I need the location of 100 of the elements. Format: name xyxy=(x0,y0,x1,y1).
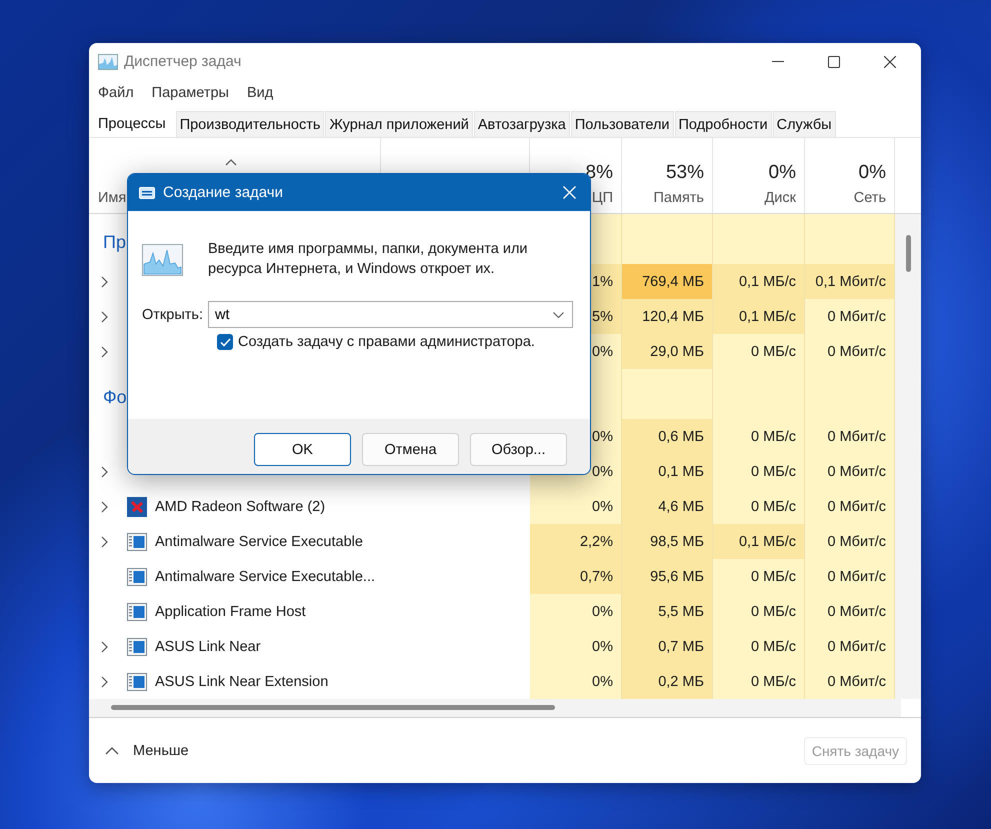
usage-cell: 0% xyxy=(530,629,622,664)
tab[interactable]: Службы xyxy=(772,111,836,137)
dialog-message: Введите имя программы, папки, документа или ресурса Интернета, и Windows откроет их. xyxy=(208,240,529,279)
process-name: Antimalware Service Executable xyxy=(155,534,363,550)
column-header[interactable]: Сеть xyxy=(854,190,886,206)
checkbox[interactable] xyxy=(217,334,233,350)
app-window-icon xyxy=(127,602,147,620)
chart-icon xyxy=(142,244,183,276)
checkmark-icon xyxy=(220,338,230,346)
usage-cell: 0 Мбит/с xyxy=(805,664,895,699)
usage-cell: 0 Мбит/с xyxy=(805,419,895,454)
usage-cell: 0 Мбит/с xyxy=(805,454,895,489)
group-heading: Фо xyxy=(103,387,127,408)
usage-cell: 0 Мбит/с xyxy=(805,334,895,369)
dropdown-caret-icon[interactable] xyxy=(553,312,564,318)
usage-cell: 0 МБ/с xyxy=(713,629,805,664)
usage-cell: 0 Мбит/с xyxy=(805,299,895,334)
usage-cell: 0,7% xyxy=(530,559,622,594)
open-combo-box[interactable]: wt xyxy=(208,301,573,328)
horizontal-scrollbar[interactable] xyxy=(89,699,901,717)
chart-icon xyxy=(98,54,118,70)
usage-cell: 0% xyxy=(530,489,622,524)
expand-chevron-icon[interactable] xyxy=(101,466,108,478)
usage-cell: 0 Мбит/с xyxy=(805,559,895,594)
expand-chevron-icon[interactable] xyxy=(101,500,108,512)
menu-item[interactable]: Файл xyxy=(98,84,134,100)
menu-item[interactable]: Вид xyxy=(246,84,274,100)
dialog-button[interactable]: Обзор... xyxy=(470,433,567,466)
usage-cell: 0 МБ/с xyxy=(713,454,805,489)
close-icon[interactable] xyxy=(884,56,896,68)
process-name: ASUS Link Near Extension xyxy=(155,674,328,690)
expand-chevron-icon[interactable] xyxy=(101,640,108,652)
maximize-icon[interactable] xyxy=(828,56,840,68)
tab[interactable]: Подробности xyxy=(674,111,772,137)
usage-cell: 29,0 МБ xyxy=(622,334,713,369)
expand-chevron-icon[interactable] xyxy=(101,276,108,288)
usage-cell: 95,6 МБ xyxy=(622,559,713,594)
app-window-icon xyxy=(127,568,147,586)
usage-cell: 5,5 МБ xyxy=(622,594,713,629)
usage-cell: 0,6 МБ xyxy=(622,419,713,454)
usage-cell: 0 Мбит/с xyxy=(805,489,895,524)
column-usage: 0% xyxy=(858,162,886,184)
usage-cell: 0,1 МБ/с xyxy=(713,299,805,334)
vertical-scrollbar[interactable] xyxy=(895,214,921,699)
sort-caret-icon xyxy=(225,159,237,166)
window-icon xyxy=(139,186,155,198)
usage-cell: 0 МБ/с xyxy=(713,664,805,699)
column-header[interactable]: Память xyxy=(653,190,704,206)
usage-cell: 0,2 МБ xyxy=(622,664,713,699)
expand-chevron-icon[interactable] xyxy=(101,536,108,548)
usage-cell: 120,4 МБ xyxy=(622,299,713,334)
window-title: Диспетчер задач xyxy=(124,53,242,70)
usage-cell: 0,7 МБ xyxy=(622,629,713,664)
app-window-icon xyxy=(127,638,147,656)
usage-cell: 2,2% xyxy=(530,524,622,559)
usage-cell: 769,4 МБ xyxy=(622,264,713,299)
column-header[interactable]: Диск xyxy=(764,190,796,206)
process-name: Application Frame Host xyxy=(155,604,306,620)
tab[interactable]: Производительность xyxy=(176,111,324,137)
usage-cell: 0,1 Мбит/с xyxy=(805,264,895,299)
tab[interactable]: Пользователи xyxy=(570,111,674,137)
usage-cell: 0 МБ/с xyxy=(713,559,805,594)
process-name: AMD Radeon Software (2) xyxy=(155,498,326,514)
tab[interactable]: Автозагрузка xyxy=(474,111,570,137)
column-header[interactable]: ЦП xyxy=(592,190,613,206)
fewer-details-button[interactable]: Меньше xyxy=(103,742,189,758)
usage-cell: 0 МБ/с xyxy=(713,419,805,454)
menu-item[interactable]: Параметры xyxy=(152,84,229,100)
dialog-button[interactable]: Отмена xyxy=(362,433,459,466)
app-window-icon xyxy=(127,672,147,690)
chevron-up-icon xyxy=(105,746,119,754)
usage-cell: 0,1 МБ/с xyxy=(713,524,805,559)
tab[interactable]: Журнал приложений xyxy=(325,111,473,137)
expand-chevron-icon[interactable] xyxy=(101,676,108,688)
column-usage: 53% xyxy=(666,162,704,184)
open-label: Открыть: xyxy=(142,306,204,322)
dialog-button[interactable]: OK xyxy=(254,433,351,466)
usage-cell: 0 Мбит/с xyxy=(805,629,895,664)
usage-cell: 0,1 МБ/с xyxy=(713,264,805,299)
usage-cell: 4,6 МБ xyxy=(622,489,713,524)
group-heading: Пр xyxy=(103,232,126,253)
column-usage: 0% xyxy=(768,162,796,184)
expand-chevron-icon[interactable] xyxy=(101,346,108,358)
usage-cell: 0% xyxy=(530,594,622,629)
usage-cell: 0 МБ/с xyxy=(713,334,805,369)
usage-cell: 98,5 МБ xyxy=(622,524,713,559)
dialog-title: Создание задачи xyxy=(163,184,283,201)
process-name: Antimalware Service Executable... xyxy=(155,568,376,584)
column-header[interactable]: Имя xyxy=(98,190,126,206)
usage-cell: 0 МБ/с xyxy=(713,594,805,629)
usage-cell: 0 Мбит/с xyxy=(805,524,895,559)
app-window-icon xyxy=(127,532,147,550)
expand-chevron-icon[interactable] xyxy=(101,310,108,322)
usage-cell: 0% xyxy=(530,664,622,699)
usage-cell: 0 Мбит/с xyxy=(805,594,895,629)
usage-cell: 0,1 МБ xyxy=(622,454,713,489)
app-x-icon xyxy=(127,496,147,516)
minimize-icon[interactable] xyxy=(772,60,784,62)
process-name: ASUS Link Near xyxy=(155,638,261,654)
usage-cell: 0 МБ/с xyxy=(713,489,805,524)
